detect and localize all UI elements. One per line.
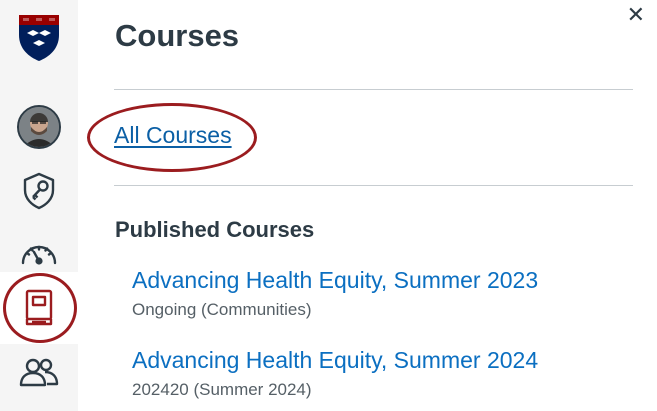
nav-account[interactable] xyxy=(0,103,78,151)
close-icon[interactable]: ✕ xyxy=(627,4,645,28)
list-item: Advancing Health Equity, Summer 2023 Ong… xyxy=(132,267,538,320)
all-courses-link[interactable]: All Courses xyxy=(114,122,232,149)
avatar xyxy=(17,105,61,149)
divider xyxy=(114,185,633,186)
course-term: 202420 (Summer 2024) xyxy=(132,380,312,399)
course-link[interactable]: Advancing Health Equity, Summer 2023 xyxy=(132,267,538,294)
penn-shield-logo-icon xyxy=(19,15,59,61)
nav-dashboard[interactable] xyxy=(0,228,78,276)
nav-admin[interactable] xyxy=(0,167,78,215)
admin-key-shield-icon xyxy=(23,172,55,210)
user-photo xyxy=(19,107,59,147)
courses-book-icon xyxy=(25,289,53,326)
list-item: Advancing Health Equity, Summer 2024 202… xyxy=(132,347,538,400)
institution-logo[interactable] xyxy=(0,12,78,64)
tray-title: Courses xyxy=(115,18,240,53)
courses-tray: ✕ Courses All Courses Published Courses … xyxy=(78,0,657,411)
course-link[interactable]: Advancing Health Equity, Summer 2024 xyxy=(132,347,538,374)
global-nav xyxy=(0,0,78,411)
groups-people-icon xyxy=(19,358,59,387)
nav-groups[interactable] xyxy=(0,350,78,394)
divider xyxy=(114,89,633,90)
dashboard-gauge-icon xyxy=(21,245,57,265)
nav-courses[interactable] xyxy=(0,272,78,344)
course-term: Ongoing (Communities) xyxy=(132,300,312,319)
published-courses-heading: Published Courses xyxy=(115,217,315,242)
